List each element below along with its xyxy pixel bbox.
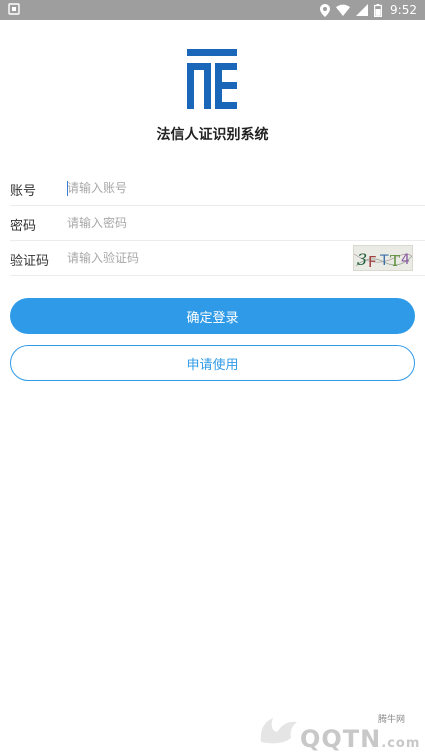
watermark-site: 腾牛网 bbox=[378, 715, 406, 725]
status-icons: 9:52 bbox=[320, 2, 417, 18]
notification-icon bbox=[8, 3, 20, 15]
captcha-label: 验证码 bbox=[10, 254, 50, 269]
svg-text:4: 4 bbox=[401, 252, 410, 268]
watermark-brand-text: QQTN bbox=[300, 725, 382, 753]
account-input[interactable] bbox=[67, 177, 327, 199]
password-label: 密码 bbox=[10, 219, 37, 234]
watermark-brand: QQTN.com bbox=[300, 725, 420, 753]
captcha-input[interactable] bbox=[67, 247, 327, 269]
watermark-suffix: .com bbox=[381, 736, 421, 751]
text-cursor bbox=[67, 181, 68, 196]
signal-icon bbox=[356, 4, 369, 16]
captcha-row: 验证码 3 F T T 4 bbox=[10, 241, 425, 276]
svg-text:F: F bbox=[368, 253, 377, 271]
wifi-icon bbox=[336, 4, 351, 16]
login-button[interactable]: 确定登录 bbox=[10, 298, 415, 334]
status-bar: 9:52 bbox=[0, 0, 425, 20]
captcha-image[interactable]: 3 F T T 4 bbox=[353, 245, 413, 271]
status-time: 9:52 bbox=[390, 3, 417, 17]
captcha-graphic: 3 F T T 4 bbox=[354, 250, 412, 271]
battery-icon bbox=[374, 3, 383, 17]
apply-button[interactable]: 申请使用 bbox=[10, 345, 415, 381]
svg-text:T: T bbox=[379, 253, 389, 269]
account-row: 账号 bbox=[10, 171, 425, 206]
account-label: 账号 bbox=[10, 184, 37, 199]
password-input[interactable] bbox=[67, 212, 327, 234]
app-logo bbox=[187, 49, 237, 109]
location-icon bbox=[320, 3, 331, 17]
app-title: 法信人证识别系统 bbox=[156, 127, 269, 143]
svg-text:T: T bbox=[390, 252, 400, 270]
svg-text:3: 3 bbox=[357, 250, 367, 269]
password-row: 密码 bbox=[10, 206, 425, 241]
